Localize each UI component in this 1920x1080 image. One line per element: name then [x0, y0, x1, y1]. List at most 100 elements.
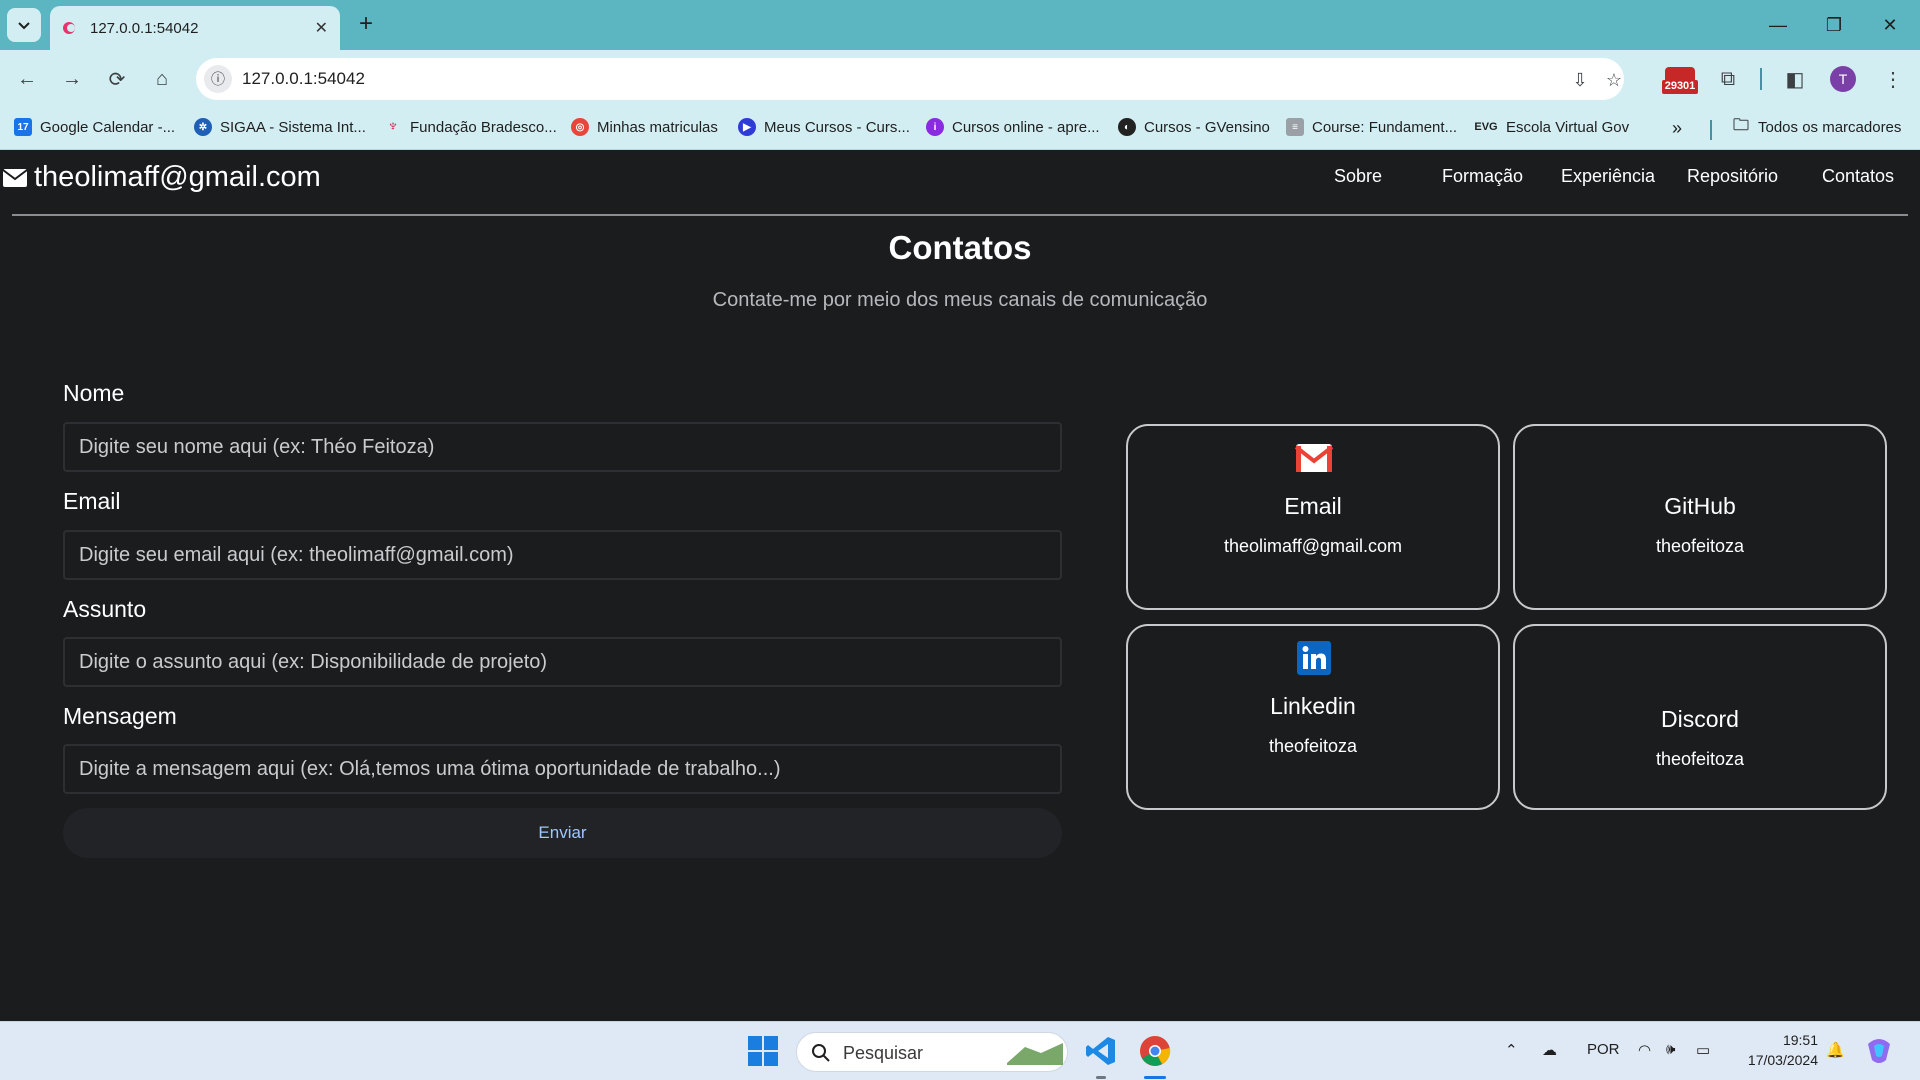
- bookmark-item[interactable]: ✲ SIGAA - Sistema Int...: [194, 118, 366, 136]
- send-button[interactable]: Enviar: [63, 808, 1062, 858]
- address-bar[interactable]: ⓘ 127.0.0.1:54042 ⇩ ☆: [196, 58, 1624, 100]
- chrome-icon[interactable]: [1138, 1034, 1172, 1068]
- bookmarks-bar: 17 Google Calendar -... ✲ SIGAA - Sistema …: [0, 108, 1920, 150]
- bookmark-item[interactable]: ♆ Fundação Bradesco...: [384, 118, 557, 136]
- restore-button[interactable]: ❐: [1814, 8, 1854, 42]
- nav-link-sobre[interactable]: Sobre: [1334, 166, 1382, 187]
- all-bookmarks-button[interactable]: 🗀 Todos os marcadores: [1732, 116, 1901, 136]
- bookmark-item[interactable]: ◐ Cursos - GVensino: [1118, 118, 1270, 136]
- search-icon: [812, 1044, 830, 1062]
- folder-icon: 🗀: [1732, 116, 1749, 134]
- subject-input[interactable]: [63, 637, 1062, 687]
- tab-close-icon[interactable]: ✕: [315, 18, 328, 38]
- name-label: Nome: [63, 380, 125, 406]
- bookmark-item[interactable]: ▶ Meus Cursos - Curs...: [738, 118, 910, 136]
- chrome-active-indicator: [1144, 1076, 1166, 1079]
- reload-icon[interactable]: ⟳: [102, 64, 132, 94]
- bookmark-item[interactable]: 17 Google Calendar -...: [14, 118, 175, 136]
- back-icon[interactable]: ←: [12, 64, 42, 94]
- bookmarks-divider: [1710, 120, 1712, 140]
- forward-icon[interactable]: →: [57, 64, 87, 94]
- vscode-running-indicator: [1096, 1076, 1106, 1079]
- browser-tab-bar: 127.0.0.1:54042 ✕ + — ❐ ✕: [0, 0, 1920, 50]
- profile-avatar[interactable]: T: [1830, 66, 1856, 92]
- contact-card-github[interactable]: GitHub theofeitoza: [1513, 424, 1887, 610]
- bookmark-star-icon[interactable]: ☆: [1602, 68, 1626, 92]
- page-subtitle: Contate-me por meio dos meus canais de c…: [712, 289, 1208, 311]
- card-value: theofeitoza: [1268, 736, 1358, 756]
- volume-icon[interactable]: 🕪: [1666, 1041, 1675, 1058]
- install-app-icon[interactable]: ⇩: [1568, 68, 1592, 92]
- taskbar-search[interactable]: Pesquisar: [796, 1032, 1068, 1072]
- card-value: theolimaff@gmail.com: [1223, 536, 1402, 556]
- bookmark-item[interactable]: ◎ Minhas matriculas: [571, 118, 718, 136]
- linkedin-icon: [1297, 641, 1331, 675]
- search-highlight-icon: [1007, 1043, 1063, 1065]
- course-icon: ≡: [1286, 118, 1304, 136]
- browser-tab[interactable]: 127.0.0.1:54042 ✕: [50, 6, 340, 50]
- clock-date: 17/03/2024: [1747, 1052, 1818, 1068]
- close-window-button[interactable]: ✕: [1870, 8, 1910, 42]
- bradesco-icon: ♆: [387, 118, 399, 135]
- more-bookmarks-icon[interactable]: »: [1672, 118, 1682, 139]
- windows-start-icon[interactable]: [748, 1036, 778, 1066]
- extensions-puzzle-icon[interactable]: ⧉: [1713, 64, 1743, 94]
- nav-link-repositorio[interactable]: Repositório: [1687, 166, 1778, 187]
- nav-link-contatos[interactable]: Contatos: [1822, 166, 1894, 187]
- subject-label: Assunto: [63, 596, 147, 622]
- url-text: 127.0.0.1:54042: [242, 69, 365, 88]
- message-input[interactable]: [63, 744, 1062, 794]
- card-title: Linkedin: [1270, 693, 1356, 719]
- battery-icon[interactable]: ▭: [1696, 1041, 1710, 1059]
- bookmark-item[interactable]: EVG Escola Virtual Gov: [1474, 118, 1629, 136]
- wifi-icon[interactable]: ◠: [1638, 1041, 1651, 1059]
- site-info-icon[interactable]: ⓘ: [204, 65, 232, 93]
- tray-expand-icon[interactable]: ⌃: [1505, 1041, 1518, 1059]
- email-label: Email: [63, 488, 121, 514]
- gvensino-icon: ◐: [1118, 118, 1136, 136]
- taskbar-clock[interactable]: 19:51 17/03/2024: [1728, 1030, 1818, 1070]
- onedrive-cloud-icon[interactable]: ☁: [1542, 1041, 1557, 1059]
- extension-badge-count: 29301: [1664, 80, 1696, 92]
- minimize-button[interactable]: —: [1758, 8, 1798, 42]
- language-indicator[interactable]: POR: [1587, 1041, 1620, 1058]
- sigaa-icon: ✲: [194, 118, 212, 136]
- tab-title: 127.0.0.1:54042: [90, 19, 199, 37]
- tab-search-button[interactable]: [7, 8, 41, 42]
- browser-toolbar: ← → ⟳ ⌂ ⓘ 127.0.0.1:54042 ⇩ ☆ 29301 ⧉ ◧ …: [0, 50, 1920, 108]
- bookmark-item[interactable]: i Cursos online - apre...: [926, 118, 1100, 136]
- kebab-menu-icon[interactable]: ⋮: [1878, 64, 1908, 94]
- contact-card-discord[interactable]: Discord theofeitoza: [1513, 624, 1887, 810]
- copilot-icon[interactable]: [1864, 1036, 1894, 1066]
- calendar-icon: 17: [14, 118, 32, 136]
- gmail-icon: [1295, 444, 1333, 472]
- card-title: Email: [1284, 493, 1342, 519]
- card-value: theofeitoza: [1655, 536, 1745, 556]
- os-taskbar: Pesquisar ⌃ ☁ POR ◠ 🕪 ▭ 19:51 17/03/2024…: [0, 1021, 1920, 1080]
- site-navbar: theolimaff@gmail.com Sobre Formação Expe…: [0, 151, 1920, 213]
- nav-divider: [12, 214, 1908, 216]
- site-favicon-icon: [63, 22, 75, 34]
- vscode-icon[interactable]: [1085, 1035, 1117, 1067]
- name-input[interactable]: [63, 422, 1062, 472]
- side-panel-icon[interactable]: ◧: [1780, 64, 1810, 94]
- brand-email-link[interactable]: theolimaff@gmail.com: [2, 161, 321, 194]
- envelope-icon: [2, 168, 28, 187]
- page-content: theolimaff@gmail.com Sobre Formação Expe…: [0, 151, 1920, 1021]
- contact-card-email[interactable]: Email theolimaff@gmail.com: [1126, 424, 1500, 610]
- notifications-bell-icon[interactable]: 🔔: [1826, 1041, 1845, 1059]
- nav-link-formacao[interactable]: Formação: [1442, 166, 1523, 187]
- cursos-icon: ▶: [738, 118, 756, 136]
- home-icon[interactable]: ⌂: [147, 64, 177, 94]
- page-title: Contatos: [888, 229, 1032, 266]
- extension-badge-icon[interactable]: 29301: [1662, 64, 1698, 96]
- new-tab-button[interactable]: +: [352, 10, 380, 38]
- brand-email-text: theolimaff@gmail.com: [34, 161, 321, 193]
- message-label: Mensagem: [63, 703, 177, 729]
- contact-card-linkedin[interactable]: Linkedin theofeitoza: [1126, 624, 1500, 810]
- evg-icon: EVG: [1474, 121, 1498, 133]
- email-input[interactable]: [63, 530, 1062, 580]
- nav-link-experiencia[interactable]: Experiência: [1561, 166, 1655, 187]
- bookmark-item[interactable]: ≡ Course: Fundament...: [1286, 118, 1457, 136]
- toolbar-divider: [1760, 68, 1762, 90]
